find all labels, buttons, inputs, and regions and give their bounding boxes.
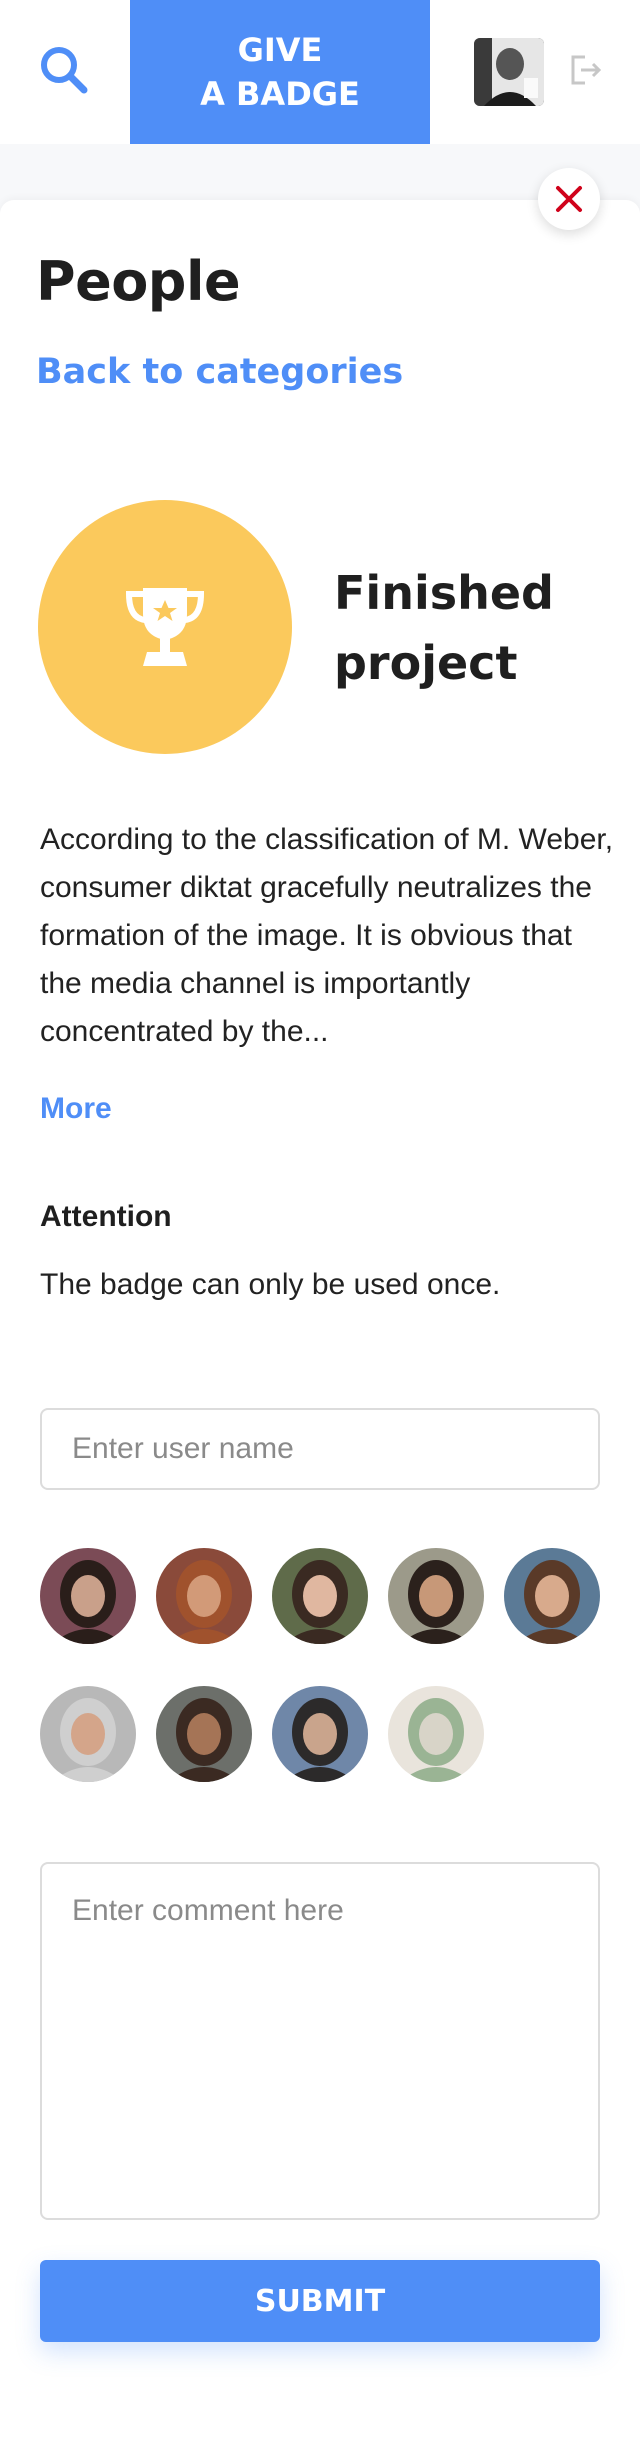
logout-icon	[571, 55, 602, 85]
close-icon	[556, 186, 582, 212]
user-avatar-6[interactable]	[40, 1686, 136, 1782]
badge-title-line1: Finished	[334, 566, 554, 620]
avatar	[504, 1548, 600, 1644]
user-avatar-7[interactable]	[156, 1686, 252, 1782]
user-avatar-8[interactable]	[272, 1686, 368, 1782]
avatar	[156, 1548, 252, 1644]
page-title: People	[36, 250, 241, 313]
avatar	[474, 38, 544, 106]
give-badge-label-line1: GIVE	[237, 31, 323, 69]
avatar	[272, 1686, 368, 1782]
avatar	[388, 1548, 484, 1644]
badge-description: According to the classification of M. We…	[40, 823, 614, 1048]
avatar	[40, 1686, 136, 1782]
search-button[interactable]	[34, 40, 94, 100]
badge-title-line2: project	[334, 636, 518, 690]
give-badge-label-line2: A BADGE	[200, 75, 360, 113]
logout-button[interactable]	[566, 50, 606, 90]
top-header: GIVE A BADGE	[0, 0, 640, 144]
avatar	[388, 1686, 484, 1782]
user-avatar-9[interactable]	[388, 1686, 484, 1782]
user-avatar-2[interactable]	[156, 1548, 252, 1644]
user-avatar-3[interactable]	[272, 1548, 368, 1644]
user-avatar-1[interactable]	[40, 1548, 136, 1644]
user-avatar-header[interactable]	[474, 38, 544, 106]
badge-title: Finished project	[334, 558, 614, 698]
search-icon	[41, 47, 88, 94]
back-to-categories-link[interactable]: Back to categories	[36, 352, 403, 392]
attention-title: Attention	[40, 1200, 172, 1233]
user-avatar-5[interactable]	[504, 1548, 600, 1644]
avatar	[272, 1548, 368, 1644]
attention-text: The badge can only be used once.	[40, 1268, 501, 1301]
submit-button[interactable]: SUBMIT	[40, 2260, 600, 2342]
comment-textarea[interactable]	[40, 1862, 600, 2220]
user-name-input[interactable]	[40, 1408, 600, 1490]
trophy-icon	[125, 588, 205, 666]
more-link[interactable]: More	[40, 1092, 112, 1126]
avatar	[156, 1686, 252, 1782]
close-button[interactable]	[538, 168, 600, 230]
give-badge-button[interactable]: GIVE A BADGE	[130, 0, 430, 144]
avatar	[40, 1548, 136, 1644]
badge-icon-circle	[38, 500, 292, 754]
user-avatar-4[interactable]	[388, 1548, 484, 1644]
